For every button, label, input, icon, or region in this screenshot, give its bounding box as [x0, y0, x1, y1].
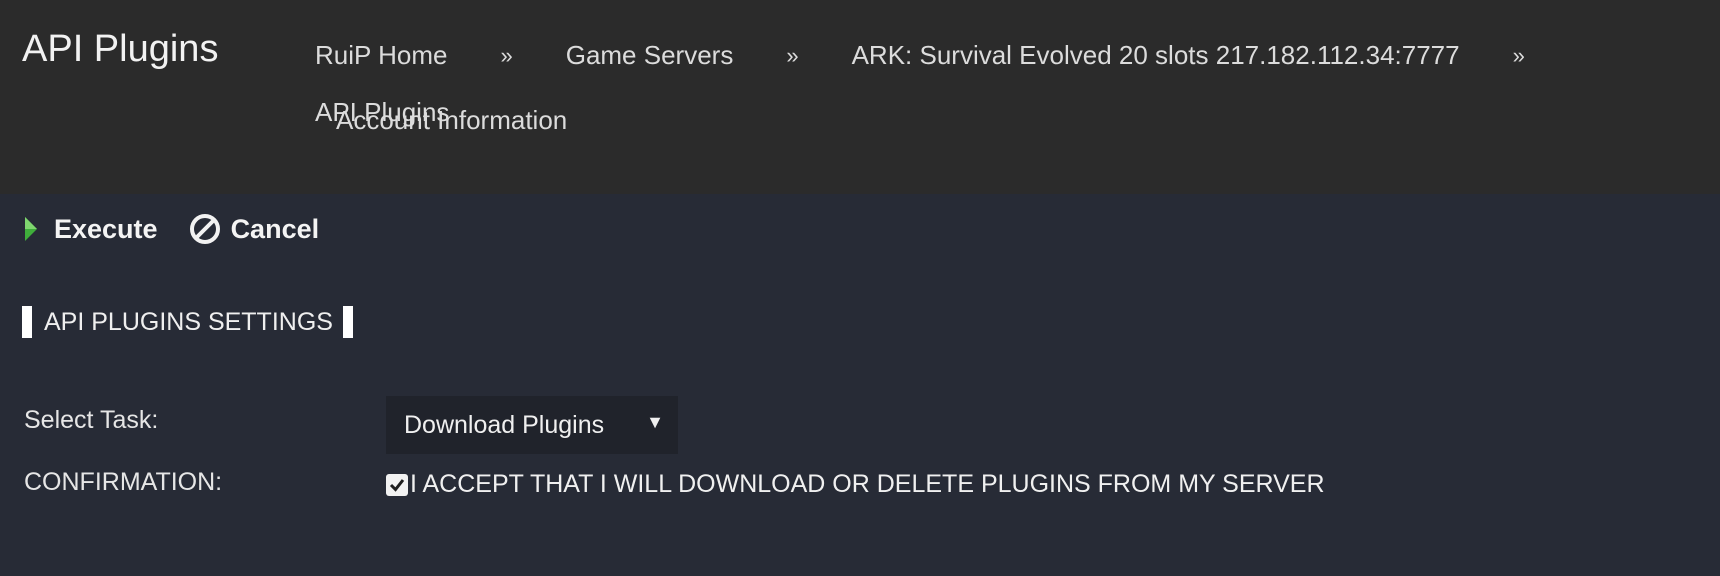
confirmation-label: CONFIRMATION:: [24, 468, 223, 496]
breadcrumb-separator: »: [786, 42, 799, 68]
play-icon: [24, 215, 38, 243]
header: API Plugins RuiP Home » Game Servers » A…: [0, 0, 1720, 194]
section-title-label: API PLUGINS SETTINGS: [44, 307, 333, 336]
execute-button[interactable]: Execute: [24, 214, 158, 245]
breadcrumb-separator: »: [1512, 42, 1525, 68]
page-title: API Plugins: [22, 28, 219, 70]
task-select-value: Download Plugins: [404, 410, 605, 439]
account-information-link[interactable]: Account Information: [336, 105, 567, 136]
section-bar-right: [342, 306, 353, 338]
cancel-button[interactable]: Cancel: [188, 212, 320, 246]
breadcrumb-home[interactable]: RuiP Home: [315, 40, 447, 71]
breadcrumb-separator: »: [500, 42, 513, 68]
toolbar: Execute Cancel: [24, 212, 319, 246]
task-select[interactable]: Download Plugins ▼: [386, 396, 678, 454]
select-task-label: Select Task:: [24, 406, 159, 434]
confirmation-text: I ACCEPT THAT I WILL DOWNLOAD OR DELETE …: [410, 470, 1325, 498]
confirmation-row: I ACCEPT THAT I WILL DOWNLOAD OR DELETE …: [386, 470, 1325, 499]
confirmation-checkbox[interactable]: [386, 473, 408, 496]
breadcrumb-server[interactable]: ARK: Survival Evolved 20 slots 217.182.1…: [852, 40, 1460, 71]
cancel-label: Cancel: [230, 213, 320, 244]
checkmark-icon: [389, 478, 405, 492]
dropdown-arrow-icon: ▼: [646, 412, 664, 432]
section-title: API PLUGINS SETTINGS: [22, 306, 353, 338]
breadcrumb-game-servers[interactable]: Game Servers: [566, 40, 734, 71]
cancel-circle-icon: [188, 212, 222, 246]
section-bar-left: [22, 306, 32, 338]
main-content: Execute Cancel API PLUGINS SETTINGS Sele…: [0, 194, 1720, 576]
execute-label: Execute: [54, 213, 158, 244]
